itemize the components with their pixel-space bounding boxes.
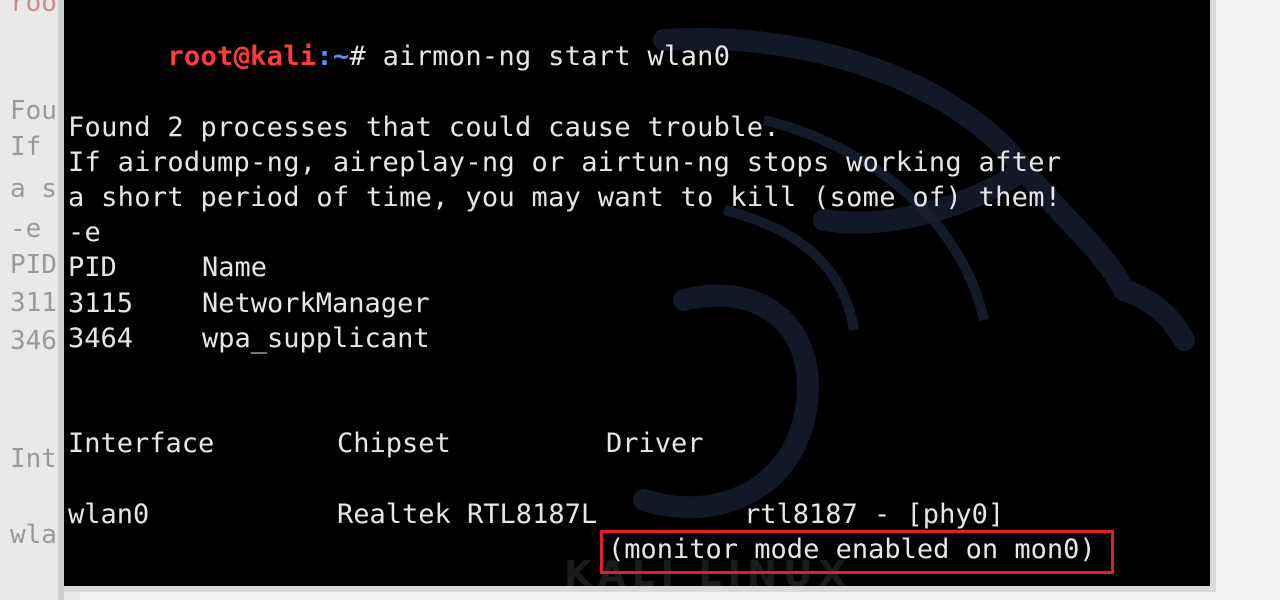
warning-line: Found 2 processes that could cause troub… (68, 112, 780, 143)
background-terminal-line: roo (10, 0, 57, 18)
process-name: wpa_supplicant (202, 323, 430, 354)
prompt-path: :~ (316, 41, 350, 72)
background-terminal-line: wla (10, 520, 57, 550)
prompt-line: root@kali:~# airmon-ng start wlan0 (68, 6, 730, 108)
process-pid: 3464 (68, 323, 134, 354)
warning-line: a short period of time, you may want to … (68, 182, 1062, 213)
background-terminal-line: Fou (10, 96, 57, 126)
process-header-name: Name (202, 252, 268, 283)
interface-name: wlan0 (68, 499, 150, 530)
warning-line: If airodump-ng, aireplay-ng or airtun-ng… (68, 147, 1062, 178)
prompt-user: root@kali (167, 41, 317, 72)
background-terminal-line: 311 (10, 288, 57, 318)
chipset-header: Chipset (337, 428, 451, 459)
screenshot-stage: roo Fou If a s -e PID 311 346 Int wla KA… (0, 0, 1280, 600)
background-terminal-line: -e (10, 214, 42, 244)
background-terminal-line: If (10, 132, 42, 162)
terminal-window[interactable]: KALI LINUX root@kali:~# airmon-ng start … (64, 0, 1216, 592)
warning-line: -e (68, 217, 102, 248)
background-terminal-line: a s (10, 174, 57, 204)
background-terminal-line: PID (10, 250, 57, 280)
highlight-annotation-box (600, 530, 1114, 574)
process-name: NetworkManager (202, 288, 430, 319)
process-pid: 3115 (68, 288, 134, 319)
background-terminal-line: Int (10, 444, 57, 474)
chipset-value: Realtek RTL8187L (337, 499, 598, 530)
prompt-symbol: # (349, 41, 367, 72)
background-terminal-line: 346 (10, 326, 57, 356)
driver-value: rtl8187 - [phy0] (744, 499, 1005, 530)
interface-header: Interface (68, 428, 215, 459)
command-text: airmon-ng start wlan0 (366, 41, 731, 72)
process-header-pid: PID (68, 252, 117, 283)
driver-header: Driver (606, 428, 704, 459)
